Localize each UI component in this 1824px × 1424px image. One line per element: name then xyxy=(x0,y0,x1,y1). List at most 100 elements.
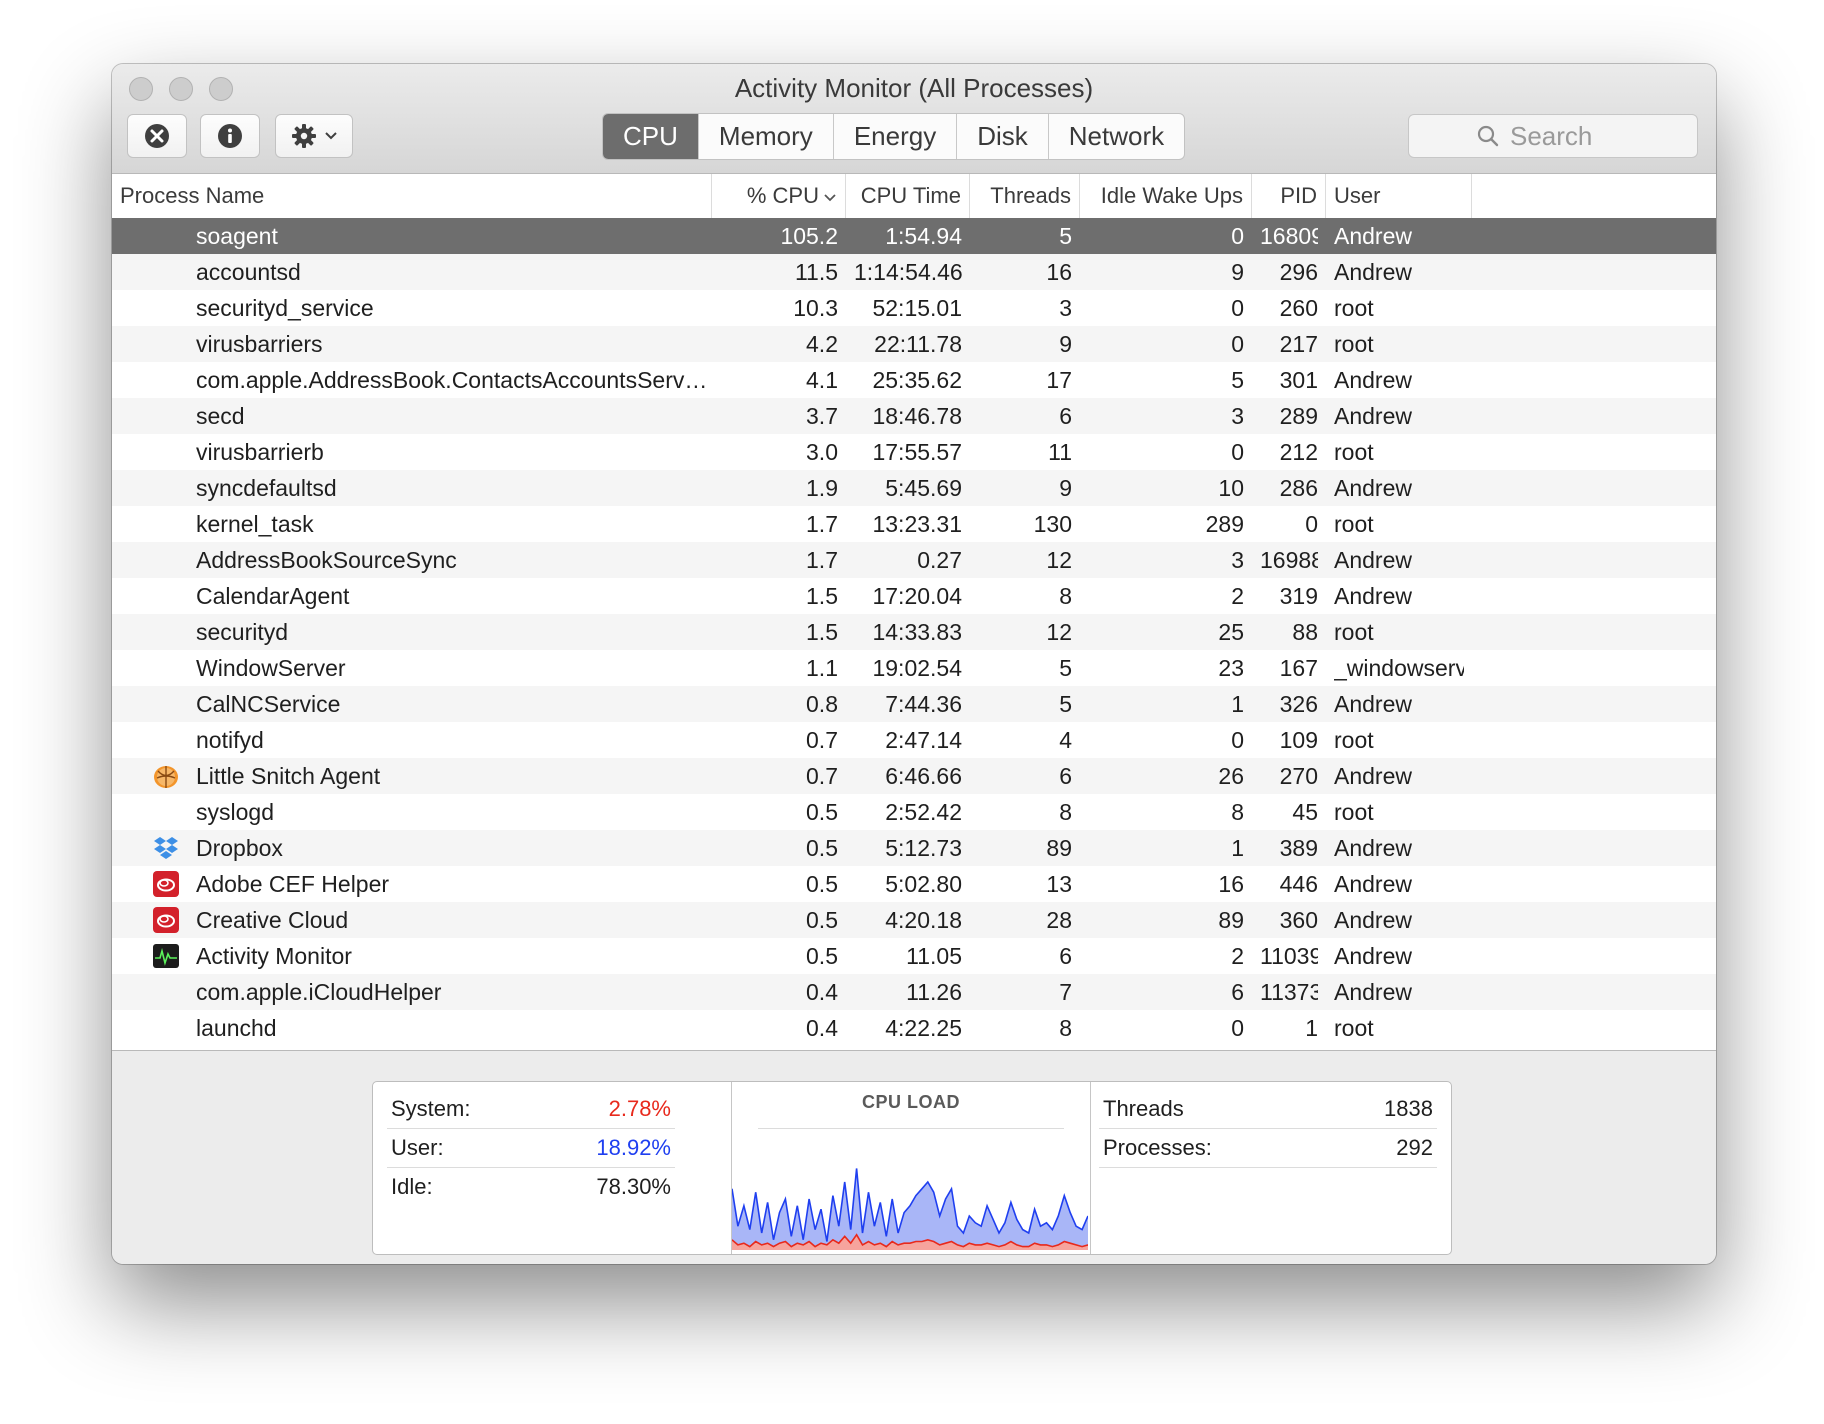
table-row[interactable]: CalendarAgent 1.5 17:20.04 8 2 319 Andrew xyxy=(112,578,1716,614)
cell-user: Andrew xyxy=(1334,547,1412,573)
processes-value: 292 xyxy=(1396,1135,1433,1160)
cell-idle: 89 xyxy=(1218,907,1244,933)
cell-user: Andrew xyxy=(1334,979,1412,1005)
column-header-cpu[interactable]: % CPU xyxy=(712,174,846,218)
cell-name: secd xyxy=(196,403,245,429)
cell-threads: 89 xyxy=(1046,835,1072,861)
cell-cpu: 4.1 xyxy=(806,367,838,393)
cell-name: Little Snitch Agent xyxy=(196,763,381,789)
tab-disk[interactable]: Disk xyxy=(957,114,1049,159)
cell-pid: 389 xyxy=(1279,835,1318,861)
table-row[interactable]: Activity Monitor 0.5 11.05 6 2 11039 Andrew xyxy=(112,938,1716,974)
column-header-process-name[interactable]: Process Name xyxy=(112,174,712,218)
little-snitch-icon xyxy=(154,766,178,788)
cell-cpu: 1.7 xyxy=(806,511,838,537)
column-header-label: CPU Time xyxy=(860,183,961,208)
cell-threads: 5 xyxy=(1059,691,1072,717)
table-row[interactable]: kernel_task 1.7 13:23.31 130 289 0 root xyxy=(112,506,1716,542)
inspect-process-button[interactable] xyxy=(200,114,260,158)
cell-pid: 167 xyxy=(1279,655,1318,681)
cell-threads: 8 xyxy=(1059,1015,1072,1041)
cell-pid: 0 xyxy=(1305,511,1318,537)
cell-time: 52:15.01 xyxy=(872,295,962,321)
cell-name: syslogd xyxy=(196,799,274,825)
table-row[interactable]: virusbarriers 4.2 22:11.78 9 0 217 root xyxy=(112,326,1716,362)
column-header-label: Threads xyxy=(990,183,1071,208)
info-icon xyxy=(218,124,242,148)
cell-threads: 5 xyxy=(1059,655,1072,681)
column-header-user[interactable]: User xyxy=(1326,174,1472,218)
cell-threads: 6 xyxy=(1059,403,1072,429)
cell-time: 1:54.94 xyxy=(885,223,962,249)
cell-pid: 319 xyxy=(1279,583,1318,609)
divider xyxy=(1099,1167,1437,1168)
table-row[interactable]: Little Snitch Agent 0.7 6:46.66 6 26 270 Andre… xyxy=(112,758,1716,794)
cell-pid: 301 xyxy=(1279,367,1318,393)
cell-idle: 10 xyxy=(1218,475,1244,501)
column-header-idle-wake-ups[interactable]: Idle Wake Ups xyxy=(1080,174,1252,218)
table-row[interactable]: syncdefaultsd 1.9 5:45.69 9 10 286 Andrew xyxy=(112,470,1716,506)
cell-pid: 289 xyxy=(1279,403,1318,429)
column-header-cpu-time[interactable]: CPU Time xyxy=(846,174,970,218)
cell-idle: 23 xyxy=(1218,655,1244,681)
table-row[interactable]: Dropbox 0.5 5:12.73 89 1 389 Andrew xyxy=(112,830,1716,866)
table-row[interactable]: AddressBookSourceSync 1.7 0.27 12 3 16988 Andr… xyxy=(112,542,1716,578)
table-row[interactable]: securityd 1.5 14:33.83 12 25 88 root xyxy=(112,614,1716,650)
search-field[interactable] xyxy=(1408,114,1698,158)
cell-threads: 13 xyxy=(1046,871,1072,897)
quit-process-button[interactable] xyxy=(127,114,187,158)
cell-time: 13:23.31 xyxy=(872,511,962,537)
table-row[interactable]: securityd_service 10.3 52:15.01 3 0 260 root xyxy=(112,290,1716,326)
cell-idle: 3 xyxy=(1231,403,1244,429)
creative-cloud-icon xyxy=(153,907,179,933)
table-row[interactable]: Adobe CEF Helper 0.5 5:02.80 13 16 446 Andrew xyxy=(112,866,1716,902)
cell-idle: 8 xyxy=(1231,799,1244,825)
cell-user: Andrew xyxy=(1334,691,1412,717)
cell-name: Dropbox xyxy=(196,835,283,861)
tab-energy[interactable]: Energy xyxy=(834,114,958,159)
search-input[interactable] xyxy=(1510,120,1630,152)
table-row[interactable]: accountsd 11.5 1:14:54.46 16 9 296 Andrew xyxy=(112,254,1716,290)
cpu-load-title: CPU LOAD xyxy=(862,1092,960,1112)
table-row[interactable]: WindowServer 1.1 19:02.54 5 23 167 _windowserv… xyxy=(112,650,1716,686)
cell-name: com.apple.iCloudHelper xyxy=(196,979,442,1005)
user-label: User: xyxy=(391,1135,444,1160)
cell-user: _windowserver xyxy=(1334,655,1464,681)
cell-user: root xyxy=(1334,331,1374,357)
table-row[interactable]: virusbarrierb 3.0 17:55.57 11 0 212 root xyxy=(112,434,1716,470)
table-row[interactable]: notifyd 0.7 2:47.14 4 0 109 root xyxy=(112,722,1716,758)
cell-time: 22:11.78 xyxy=(874,331,962,357)
cell-pid: 270 xyxy=(1279,763,1318,789)
cell-user: root xyxy=(1334,439,1374,465)
column-header-pid[interactable]: PID xyxy=(1252,174,1326,218)
table-row[interactable]: soagent 105.2 1:54.94 5 0 16809 Andrew xyxy=(112,218,1716,254)
cell-cpu: 1.5 xyxy=(806,583,838,609)
table-row[interactable]: Creative Cloud 0.5 4:20.18 28 89 360 Andrew xyxy=(112,902,1716,938)
cell-pid: 212 xyxy=(1279,439,1318,465)
column-header-label: % CPU xyxy=(746,183,819,208)
cell-name: Adobe CEF Helper xyxy=(196,871,390,897)
table-row[interactable]: CalNCService 0.8 7:44.36 5 1 326 Andrew xyxy=(112,686,1716,722)
column-header-threads[interactable]: Threads xyxy=(970,174,1080,218)
cell-pid: 1 xyxy=(1305,1015,1318,1041)
tab-memory[interactable]: Memory xyxy=(699,114,834,159)
cell-time: 0.27 xyxy=(917,547,962,573)
actions-menu-button[interactable] xyxy=(275,114,353,158)
table-row[interactable]: com.apple.AddressBook.ContactsAccountsSe… xyxy=(112,362,1716,398)
table-row[interactable]: launchd 0.4 4:22.25 8 0 1 root xyxy=(112,1010,1716,1046)
table-row[interactable]: secd 3.7 18:46.78 6 3 289 Andrew xyxy=(112,398,1716,434)
table-row[interactable]: syslogd 0.5 2:52.42 8 8 45 root xyxy=(112,794,1716,830)
process-table: Process Name % CPU CPU Time Threads Idle Wak… xyxy=(112,174,1716,1050)
cell-pid: 446 xyxy=(1279,871,1318,897)
tab-cpu[interactable]: CPU xyxy=(603,114,699,159)
cell-cpu: 0.4 xyxy=(806,1015,838,1041)
cell-time: 2:52.42 xyxy=(885,799,962,825)
cell-time: 14:33.83 xyxy=(872,619,962,645)
cpu-summary-panel: System: 2.78% User: 18.92% Idle: 78.30% … xyxy=(112,1050,1716,1264)
cell-idle: 26 xyxy=(1218,763,1244,789)
cell-cpu: 0.7 xyxy=(806,763,838,789)
chevron-down-icon xyxy=(325,132,337,140)
tab-network[interactable]: Network xyxy=(1049,114,1184,159)
cpu-stats-box: System: 2.78% User: 18.92% Idle: 78.30% … xyxy=(372,1081,1452,1255)
table-row[interactable]: com.apple.iCloudHelper 0.4 11.26 7 6 11373 And… xyxy=(112,974,1716,1010)
